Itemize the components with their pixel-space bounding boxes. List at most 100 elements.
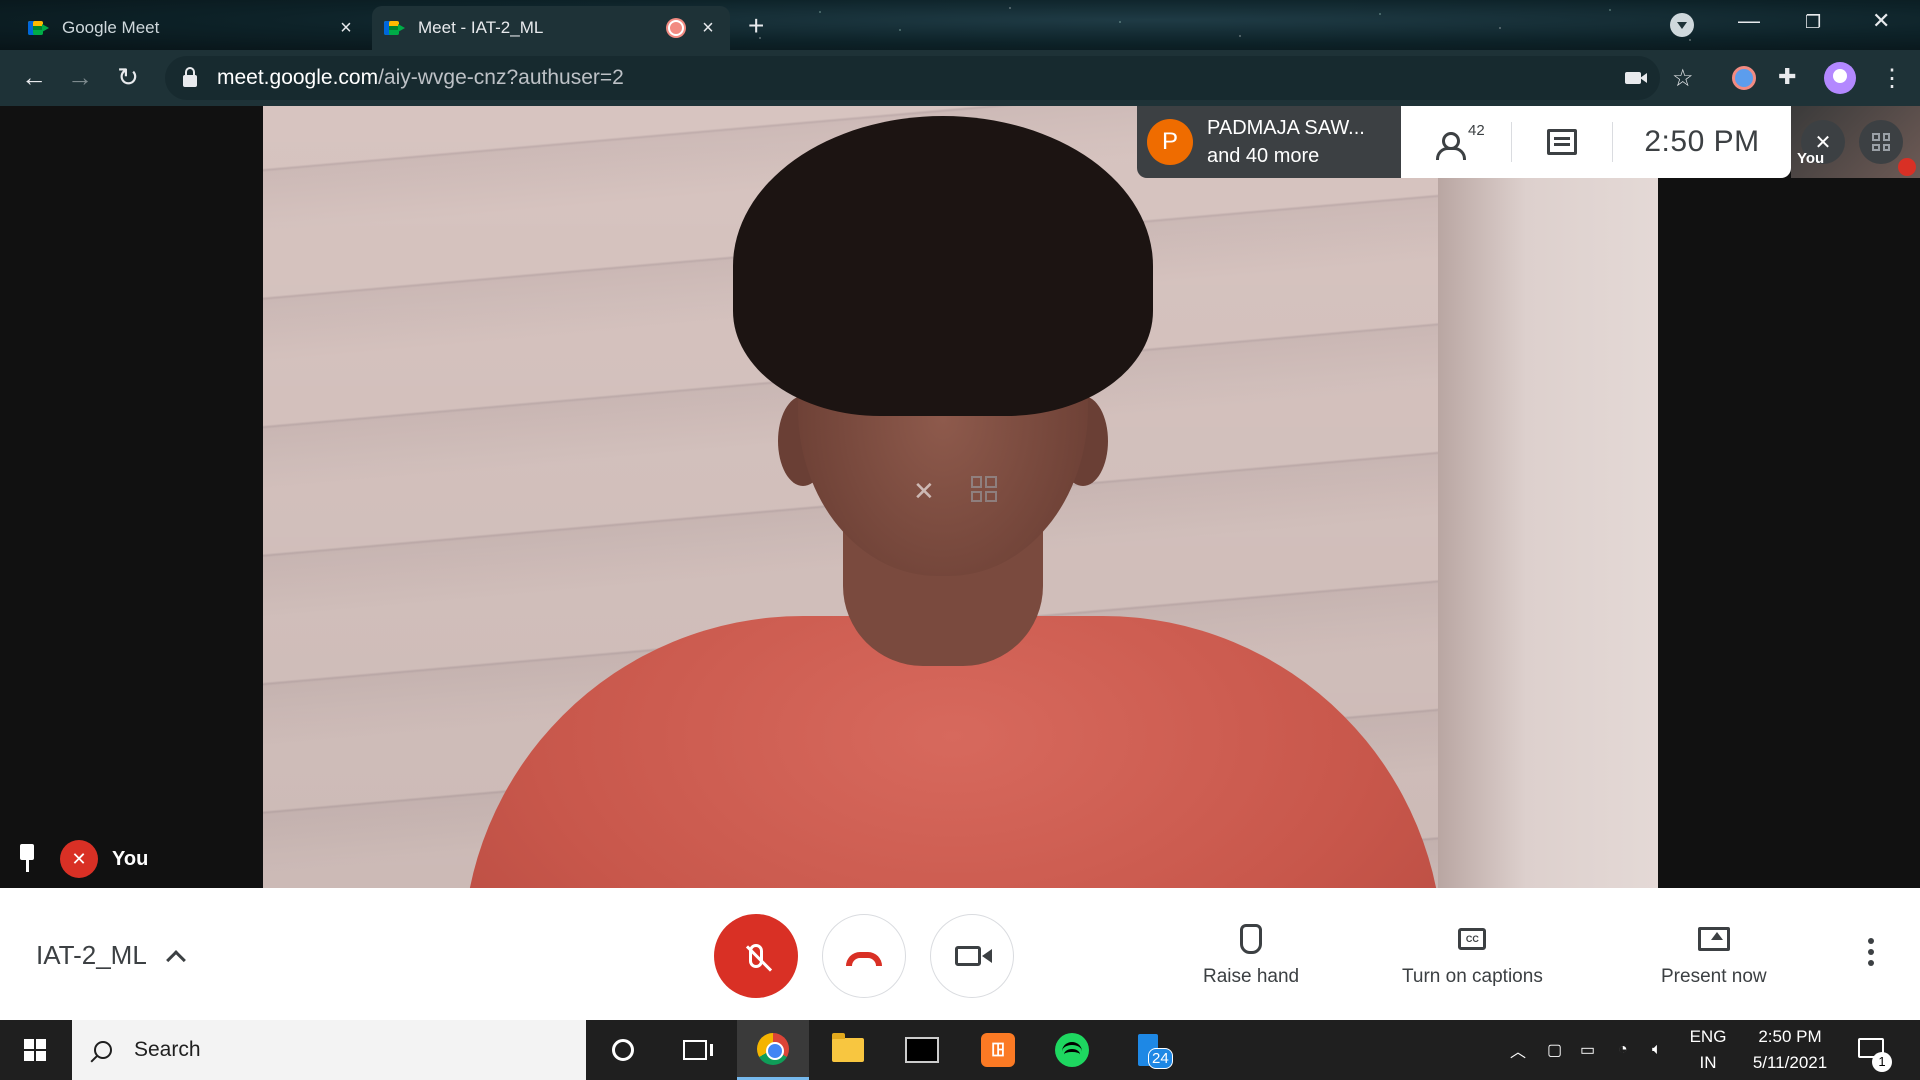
mic-off-icon bbox=[1898, 158, 1916, 176]
terminal-icon bbox=[905, 1037, 939, 1063]
notification-count: 1 bbox=[1872, 1052, 1892, 1072]
meeting-details-toggle[interactable]: IAT-2_ML bbox=[36, 940, 186, 971]
taskbar-spotify[interactable] bbox=[1036, 1020, 1108, 1080]
main-video-feed: ✕ bbox=[263, 106, 1658, 888]
clock-time: 2:50 PM bbox=[1758, 1027, 1822, 1046]
meet-control-bar: IAT-2_ML Raise hand CC Turn on captions … bbox=[0, 888, 1920, 1020]
tab-meet-iat2[interactable]: Meet - IAT-2_ML × bbox=[372, 6, 730, 50]
tab-title: Meet - IAT-2_ML bbox=[418, 18, 544, 37]
device-icon[interactable]: ▢ bbox=[1547, 1020, 1562, 1080]
presenter-more: and 40 more bbox=[1207, 145, 1320, 167]
close-tab-icon[interactable]: × bbox=[336, 17, 356, 40]
hang-up-icon bbox=[846, 952, 882, 966]
pin-icon[interactable] bbox=[14, 842, 42, 876]
toggle-camera-button[interactable] bbox=[930, 914, 1014, 998]
present-now-label: Present now bbox=[1661, 966, 1767, 987]
folder-icon bbox=[832, 1033, 864, 1062]
self-tile-label: ✕ You bbox=[14, 840, 148, 878]
camera-in-use-icon[interactable] bbox=[1625, 72, 1647, 84]
forward-button[interactable]: → bbox=[64, 62, 96, 93]
address-bar[interactable]: meet.google.com/aiy-wvge-cnz?authuser=2 bbox=[165, 56, 1660, 100]
meeting-clock: 2:50 PM bbox=[1644, 125, 1760, 158]
url-text: meet.google.com/aiy-wvge-cnz?authuser=2 bbox=[217, 66, 624, 89]
self-name-label: You bbox=[112, 847, 149, 870]
taskbar-chrome[interactable] bbox=[737, 1020, 809, 1080]
show-hidden-icons-button[interactable]: ︿ bbox=[1510, 1020, 1526, 1080]
hand-icon bbox=[1240, 924, 1263, 954]
recording-indicator-icon bbox=[668, 20, 684, 36]
taskbar-terminal[interactable] bbox=[886, 1020, 958, 1080]
battery-icon[interactable]: ▭ bbox=[1580, 1020, 1595, 1080]
close-tab-icon[interactable]: × bbox=[698, 17, 718, 40]
wifi-icon[interactable]: ◔ bbox=[1618, 1020, 1628, 1080]
lock-icon bbox=[183, 67, 197, 87]
present-now-button[interactable]: Present now bbox=[1661, 920, 1767, 988]
unpin-icon[interactable]: ✕ bbox=[913, 476, 935, 516]
meeting-name: IAT-2_ML bbox=[36, 940, 147, 970]
task-view-icon bbox=[683, 1040, 713, 1060]
meet-info-bar: 42 2:50 PM bbox=[1401, 106, 1791, 178]
search-placeholder: Search bbox=[134, 1038, 201, 1061]
meet-stage: ✕ ✕ You P PADMAJA SAW... and 40 more 42 … bbox=[0, 106, 1920, 888]
restore-button[interactable]: ❐ bbox=[1805, 12, 1821, 33]
chevron-up-icon bbox=[165, 949, 186, 970]
thumbnail-name-label: You bbox=[1797, 150, 1825, 167]
language-indicator[interactable]: ENG IN bbox=[1688, 1024, 1728, 1076]
meet-favicon-icon bbox=[28, 19, 50, 37]
taskbar-app-24[interactable]: 24 bbox=[1112, 1020, 1184, 1080]
present-icon bbox=[1697, 927, 1730, 951]
avatar: P bbox=[1147, 119, 1193, 165]
bookmark-star-icon[interactable]: ☆ bbox=[1672, 64, 1694, 93]
app-badge: 24 bbox=[1148, 1048, 1173, 1069]
chat-icon bbox=[1547, 129, 1577, 155]
more-options-icon[interactable] bbox=[1868, 938, 1874, 966]
captions-button[interactable]: CC Turn on captions bbox=[1402, 920, 1543, 988]
extension-icon[interactable] bbox=[1732, 66, 1756, 90]
tab-google-meet[interactable]: Google Meet × bbox=[16, 6, 368, 50]
volume-icon[interactable]: 🔈︎ bbox=[1652, 1020, 1662, 1080]
grid-icon[interactable] bbox=[1859, 120, 1903, 164]
captions-label: Turn on captions bbox=[1402, 966, 1543, 987]
people-button[interactable]: 42 bbox=[1401, 106, 1511, 178]
grid-icon[interactable] bbox=[970, 476, 997, 502]
chat-button[interactable] bbox=[1512, 106, 1612, 178]
people-icon: 42 bbox=[1436, 122, 1485, 160]
mic-off-icon bbox=[749, 944, 763, 968]
extensions-puzzle-icon[interactable]: ✚ bbox=[1778, 64, 1796, 90]
taskbar-xampp[interactable]: ꖸ bbox=[962, 1020, 1034, 1080]
browser-toolbar: ← → ↻ meet.google.com/aiy-wvge-cnz?authu… bbox=[0, 50, 1920, 106]
presenter-card[interactable]: P PADMAJA SAW... and 40 more bbox=[1137, 106, 1401, 178]
captions-icon: CC bbox=[1458, 928, 1487, 950]
clock-date: 5/11/2021 bbox=[1752, 1053, 1828, 1072]
leave-call-button[interactable] bbox=[822, 914, 906, 998]
chrome-icon bbox=[757, 1032, 789, 1065]
taskbar-search-input[interactable]: Search bbox=[72, 1020, 586, 1080]
taskbar-file-explorer[interactable] bbox=[812, 1020, 884, 1080]
xampp-icon: ꖸ bbox=[981, 1033, 1015, 1067]
close-window-button[interactable]: ✕ bbox=[1872, 8, 1890, 34]
new-tab-button[interactable]: + bbox=[748, 10, 764, 42]
taskbar-clock[interactable]: 2:50 PM 5/11/2021 bbox=[1740, 1024, 1840, 1076]
raise-hand-button[interactable]: Raise hand bbox=[1203, 920, 1299, 988]
meet-favicon-icon bbox=[384, 19, 406, 37]
profile-avatar[interactable] bbox=[1824, 62, 1856, 94]
browser-menu-icon[interactable]: ⋮ bbox=[1880, 64, 1904, 93]
back-button[interactable]: ← bbox=[18, 62, 50, 93]
tab-title: Google Meet bbox=[62, 18, 160, 37]
minimize-button[interactable]: — bbox=[1738, 8, 1760, 34]
task-view-button[interactable] bbox=[659, 1020, 731, 1080]
browser-tab-strip: Google Meet × Meet - IAT-2_ML × + — ❐ ✕ bbox=[0, 0, 1920, 50]
toggle-mic-button[interactable] bbox=[714, 914, 798, 998]
reload-button[interactable]: ↻ bbox=[112, 62, 144, 93]
app-icon: 24 bbox=[1138, 1034, 1173, 1069]
language-line1: ENG bbox=[1689, 1027, 1727, 1046]
cortana-button[interactable] bbox=[587, 1020, 659, 1080]
start-button[interactable] bbox=[24, 1039, 46, 1061]
spotify-icon bbox=[1055, 1033, 1089, 1067]
tab-search-button[interactable] bbox=[1670, 13, 1694, 37]
cortana-icon bbox=[612, 1039, 634, 1061]
tile-hover-controls: ✕ bbox=[913, 476, 1013, 516]
mic-off-icon: ✕ bbox=[60, 840, 98, 878]
presenter-name: PADMAJA SAW... bbox=[1207, 117, 1365, 139]
self-view-thumbnail[interactable]: ✕ You bbox=[1791, 106, 1920, 178]
